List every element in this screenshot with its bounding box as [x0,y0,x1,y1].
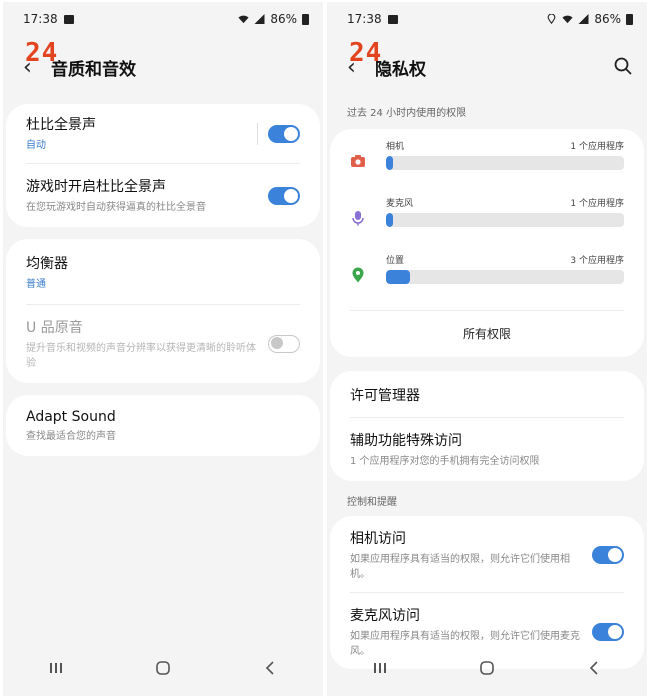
dolby-atmos-row[interactable]: 杜比全景声 自动 [6,104,320,163]
navigation-bar [3,640,323,696]
permission-name: 位置 [386,256,405,266]
recents-button[interactable] [36,656,76,680]
status-bar: 17:38 86% [3,2,323,36]
search-icon[interactable] [613,56,633,76]
battery-percent: 86% [594,12,621,26]
back-button[interactable] [574,656,614,680]
battery-icon [626,13,633,25]
back-arrow-icon[interactable]: ‹ [23,55,45,80]
usage-bar-fill [386,270,410,284]
permission-mic-row[interactable]: 麦克风 1 个应用程序 [330,196,644,253]
row-subtitle: 1 个应用程序对您的手机拥有完全访问权限 [350,456,540,467]
row-title: 麦克风访问 [350,608,420,624]
wifi-icon [238,15,249,24]
mic-icon [352,211,364,226]
back-icon [265,661,274,675]
battery-percent: 86% [270,12,297,26]
row-title: 许可管理器 [350,388,420,404]
row-title: 辅助功能特殊访问 [350,433,462,449]
camera-access-toggle[interactable] [592,546,624,564]
equalizer-card: 均衡器 普通 U 品原音 提升音乐和视频的声音分辨率以获得更清晰的聆听体验 [6,239,320,383]
recents-icon [50,663,63,673]
row-subtitle: 查找最适合您的声音 [26,431,116,442]
gallery-notification-icon [387,14,398,24]
usage-bar-fill [386,156,394,170]
home-icon [156,661,170,675]
permission-app-count: 1 个应用程序 [570,199,624,209]
home-button[interactable] [143,656,183,680]
status-time: 17:38 [23,12,58,26]
navigation-bar [327,640,647,696]
permission-manager-row[interactable]: 许可管理器 [330,371,644,417]
row-title: 均衡器 [26,256,68,272]
permission-camera-row[interactable]: 相机 1 个应用程序 [330,139,644,196]
permission-location-row[interactable]: 位置 3 个应用程序 [330,253,644,310]
recent-permissions-label: 过去 24 小时内使用的权限 [347,108,467,119]
permission-usage-card: 相机 1 个应用程序 麦克风 1 个应用程序 位置 3 个应用程序 所有权限 [330,129,644,357]
app-bar: 24 ‹ 隐私权 [327,36,647,98]
row-subtitle: 提升音乐和视频的声音分辨率以获得更清晰的聆听体验 [26,343,256,369]
signal-icon [578,14,589,24]
usage-bar [386,270,624,284]
signal-icon [254,14,265,24]
status-bar: 17:38 86% [327,2,647,36]
permission-name: 相机 [386,142,405,152]
page-title: 音质和音效 [51,59,136,80]
dolby-gaming-row[interactable]: 游戏时开启杜比全景声 在您玩游戏时自动获得逼真的杜比全景音 [6,164,320,227]
usage-bar [386,213,624,227]
dolby-card: 杜比全景声 自动 游戏时开启杜比全景声 在您玩游戏时自动获得逼真的杜比全景音 [6,104,320,227]
permission-app-count: 3 个应用程序 [570,256,624,266]
wifi-icon [562,15,573,24]
divider [257,122,258,145]
row-title: 游戏时开启杜比全景声 [26,179,166,195]
location-status-icon [547,14,556,24]
back-icon [589,661,598,675]
row-title: Adapt Sound [26,409,116,425]
home-icon [480,661,494,675]
manager-card: 许可管理器 辅助功能特殊访问 1 个应用程序对您的手机拥有完全访问权限 [330,371,644,481]
permission-app-count: 1 个应用程序 [570,142,624,152]
equalizer-row[interactable]: 均衡器 普通 [6,239,320,304]
uhq-upscaler-row: U 品原音 提升音乐和视频的声音分辨率以获得更清晰的聆听体验 [6,305,320,383]
privacy-settings-screen: 17:38 86% 24 ‹ 隐私权 过去 24 小时内使用的权限 相机 1 个… [327,2,647,696]
back-button[interactable] [250,656,290,680]
battery-icon [302,13,309,25]
controls-section-label: 控制和提醒 [347,497,397,508]
dolby-atmos-toggle[interactable] [268,124,300,143]
page-title: 隐私权 [375,59,426,80]
camera-access-row[interactable]: 相机访问 如果应用程序具有适当的权限，则允许它们使用相机。 [330,516,644,592]
location-icon [352,267,364,283]
row-title: 杜比全景声 [26,117,96,133]
mic-access-toggle[interactable] [592,623,624,641]
back-arrow-icon[interactable]: ‹ [347,55,369,80]
row-subtitle: 在您玩游戏时自动获得逼真的杜比全景音 [26,202,206,213]
row-subtitle: 普通 [26,279,46,290]
gallery-notification-icon [63,14,74,24]
dolby-gaming-toggle[interactable] [268,186,300,205]
permission-name: 麦克风 [386,199,414,209]
app-bar: 24 ‹ 音质和音效 [3,36,323,98]
home-button[interactable] [467,656,507,680]
uhq-upscaler-toggle [268,335,300,353]
adapt-sound-row[interactable]: Adapt Sound 查找最适合您的声音 [6,395,320,456]
usage-bar [386,156,624,170]
camera-icon [351,155,365,167]
adapt-sound-card: Adapt Sound 查找最适合您的声音 [6,395,320,456]
usage-bar-fill [386,213,394,227]
row-subtitle: 自动 [26,140,46,151]
row-title: U 品原音 [26,320,83,336]
accessibility-access-row[interactable]: 辅助功能特殊访问 1 个应用程序对您的手机拥有完全访问权限 [330,418,644,481]
recents-button[interactable] [360,656,400,680]
sound-settings-screen: 17:38 86% 24 ‹ 音质和音效 杜比全景声 自动 游戏时开启杜比全景声… [3,2,323,696]
recents-icon [374,663,387,673]
row-title: 相机访问 [350,531,406,547]
status-time: 17:38 [347,12,382,26]
row-subtitle: 如果应用程序具有适当的权限，则允许它们使用相机。 [350,554,570,580]
all-permissions-link[interactable]: 所有权限 [330,311,644,357]
